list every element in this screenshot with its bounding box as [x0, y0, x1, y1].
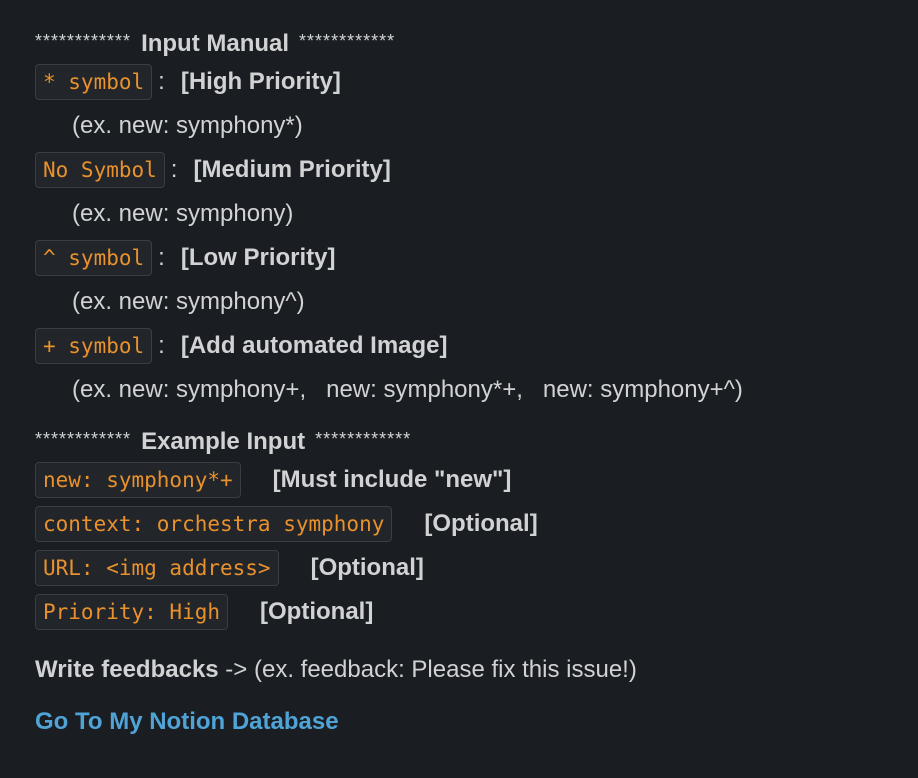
example-row-url: URL: <img address> [Optional]: [35, 546, 918, 590]
symbol-code: * symbol: [35, 64, 153, 100]
manual-stars-right: ************: [299, 30, 396, 51]
notion-database-link[interactable]: Go To My Notion Database: [35, 708, 339, 736]
symbol-row-low: ^ symbol : [Low Priority]: [35, 236, 918, 280]
example-code: URL: <img address>: [35, 550, 279, 586]
example-label: [Optional]: [424, 510, 538, 537]
example-stars-right: ************: [315, 428, 412, 449]
example-label: [Must include "new"]: [272, 466, 512, 493]
colon: :: [170, 156, 178, 183]
symbol-example: (ex. new: symphony): [72, 200, 294, 227]
symbol-label: [Low Priority]: [180, 244, 336, 271]
manual-title: Input Manual: [141, 30, 290, 57]
example-stars-left: ************: [35, 428, 132, 449]
colon: :: [158, 332, 165, 359]
feedback-label: Write feedbacks: [35, 656, 219, 683]
symbol-row-high: * symbol : [High Priority]: [35, 60, 918, 104]
symbol-example: (ex. new: symphony+, new: symphony*+, ne…: [72, 376, 743, 403]
feedback-text: -> (ex. feedback: Please fix this issue!…: [218, 656, 637, 683]
symbol-example: (ex. new: symphony*): [72, 112, 303, 139]
example-code: new: symphony*+: [35, 462, 241, 498]
example-row-new: new: symphony*+ [Must include "new"]: [35, 458, 918, 502]
symbol-example: (ex. new: symphony^): [72, 288, 305, 315]
symbol-code: + symbol: [35, 328, 153, 364]
feedback-line: Write feedbacks -> (ex. feedback: Please…: [35, 648, 918, 692]
colon: :: [158, 68, 165, 95]
manual-header: ************ Input Manual ************: [35, 28, 918, 60]
example-row-context: context: orchestra symphony [Optional]: [35, 502, 918, 546]
symbol-code: ^ symbol: [35, 240, 153, 276]
example-label: [Optional]: [260, 598, 374, 625]
symbol-label: [High Priority]: [180, 68, 341, 95]
example-row-priority: Priority: High [Optional]: [35, 590, 918, 634]
message-body: ************ Input Manual ************ *…: [35, 28, 918, 736]
example-title: Example Input: [141, 428, 306, 455]
symbol-label: [Medium Priority]: [193, 156, 391, 183]
symbol-row-medium: No Symbol : [Medium Priority]: [35, 148, 918, 192]
example-label: [Optional]: [310, 554, 424, 581]
colon: :: [158, 244, 165, 271]
example-code: context: orchestra symphony: [35, 506, 393, 542]
manual-stars-left: ************: [35, 30, 132, 51]
symbol-code: No Symbol: [35, 152, 165, 188]
symbol-row-image: + symbol : [Add automated Image]: [35, 324, 918, 368]
symbol-label: [Add automated Image]: [180, 332, 448, 359]
example-header: ************ Example Input ************: [35, 426, 918, 458]
example-code: Priority: High: [35, 594, 229, 630]
